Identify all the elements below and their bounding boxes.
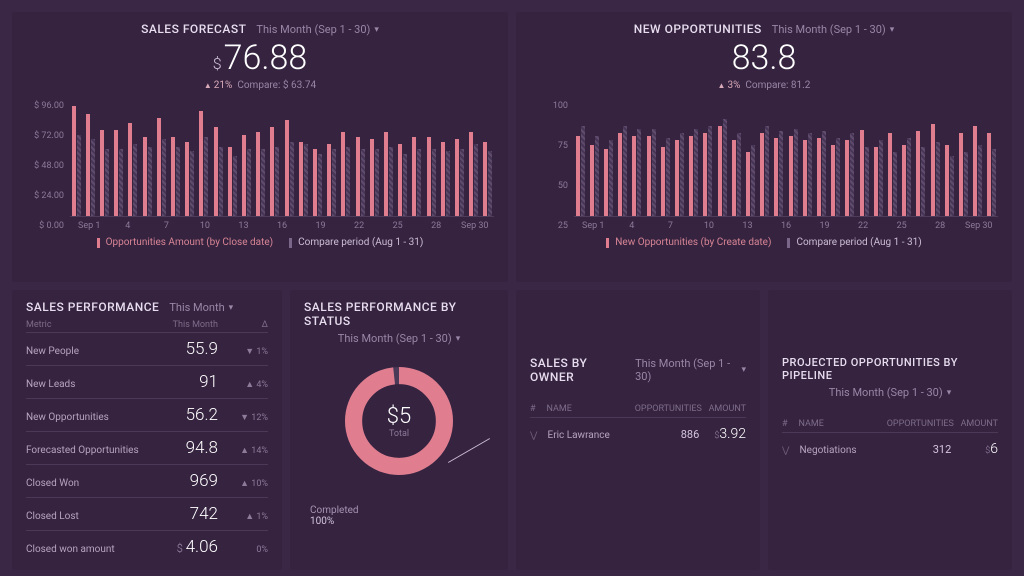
- period-picker[interactable]: This Month (Sep 1 - 30) ▾: [635, 357, 746, 383]
- chevron-down-icon: ▾: [947, 388, 952, 398]
- panel-title: SALES PERFORMANCE: [26, 300, 159, 314]
- period-picker[interactable]: This Month (Sep 1 - 30) ▾: [338, 332, 460, 345]
- chevron-down-icon: ▾: [229, 303, 234, 313]
- period-picker[interactable]: This Month (Sep 1 - 30) ▾: [829, 386, 951, 399]
- new-opportunities-panel: NEW OPPORTUNITIES This Month (Sep 1 - 30…: [516, 12, 1012, 282]
- table-row: Closed Lost742▲ 1%: [26, 497, 268, 530]
- sales-forecast-panel: SALES FORECAST This Month (Sep 1 - 30) ▾…: [12, 12, 508, 282]
- table-row: Closed Won969▲ 10%: [26, 464, 268, 497]
- panel-title: SALES FORECAST: [141, 22, 246, 36]
- opps-bar-chart: 100755025 Sep 14710131619222528Sep 30: [530, 101, 998, 231]
- sales-performance-panel: SALES PERFORMANCE This Month ▾ Metric Th…: [12, 290, 282, 570]
- y-axis: 100755025: [530, 101, 574, 231]
- forecast-compare: ▲21% Compare: $ 63.74: [26, 80, 494, 91]
- table-row: New Opportunities56.2▼ 12%: [26, 398, 268, 431]
- period-picker[interactable]: This Month ▾: [169, 301, 233, 314]
- table-row: Closed won amount$ 4.060%: [26, 530, 268, 563]
- chart-legend: Opportunities Amount (by Close date) Com…: [26, 237, 494, 248]
- forecast-value: $76.88: [26, 38, 494, 78]
- table-row: New Leads91▲ 4%: [26, 365, 268, 398]
- legend-compare: Compare period (Aug 1 - 31): [787, 237, 921, 248]
- chevron-down-icon: ▾: [890, 25, 895, 35]
- donut-legend: Completed 100%: [304, 505, 359, 527]
- panel-title: NEW OPPORTUNITIES: [634, 22, 762, 36]
- table-row: Forecasted Opportunities94.8▲ 14%: [26, 431, 268, 464]
- donut-chart: $5 Total: [339, 361, 459, 481]
- bars: [70, 101, 494, 217]
- panel-title: SALES BY OWNER: [530, 356, 625, 384]
- table-header: # NAME OPPORTUNITIES AMOUNT: [782, 419, 998, 433]
- forecast-bar-chart: $ 96.00$ 72.00$ 48.00$ 24.00$ 0.00 Sep 1…: [26, 101, 494, 231]
- period-picker[interactable]: This Month (Sep 1 - 30) ▾: [256, 23, 378, 36]
- chevron-down-icon: ▾: [374, 25, 379, 35]
- chevron-down-icon: ▾: [456, 334, 461, 344]
- sales-by-status-panel: SALES PERFORMANCE BY STATUS This Month (…: [290, 290, 508, 570]
- triangle-up-icon: ▲: [204, 81, 212, 90]
- table-row: New People55.9▼ 1%: [26, 332, 268, 365]
- panel-title: PROJECTED OPPORTUNITIES BY PIPELINE: [782, 356, 998, 382]
- triangle-up-icon: ▲: [718, 81, 726, 90]
- table-row: ⋁ Eric Lawrance 886 $3.92: [530, 418, 746, 450]
- panel-title: SALES PERFORMANCE BY STATUS: [304, 300, 494, 328]
- legend-compare: Compare period (Aug 1 - 31): [289, 237, 423, 248]
- legend-primary: Opportunities Amount (by Close date): [97, 237, 274, 248]
- projected-opps-panel: PROJECTED OPPORTUNITIES BY PIPELINE This…: [768, 290, 1012, 570]
- opps-compare: ▲3% Compare: 81.2: [530, 80, 998, 91]
- table-header: # NAME OPPORTUNITIES AMOUNT: [530, 404, 746, 418]
- chevron-down-icon: ▾: [741, 365, 746, 375]
- y-axis: $ 96.00$ 72.00$ 48.00$ 24.00$ 0.00: [26, 101, 70, 231]
- performance-table: Metric This Month Δ New People55.9▼ 1%Ne…: [26, 320, 268, 563]
- period-picker[interactable]: This Month (Sep 1 - 30) ▾: [772, 23, 894, 36]
- x-axis: Sep 14710131619222528Sep 30: [574, 221, 998, 231]
- bars: [574, 101, 998, 217]
- chart-legend: New Opportunities (by Create date) Compa…: [530, 237, 998, 248]
- donut-total: $5: [387, 404, 411, 429]
- table-row: ⋁ Negotiations 312 $6: [782, 433, 998, 465]
- x-axis: Sep 14710131619222528Sep 30: [70, 221, 494, 231]
- opps-value: 83.8: [530, 38, 998, 78]
- legend-primary: New Opportunities (by Create date): [606, 237, 771, 248]
- sales-by-owner-panel: SALES BY OWNER This Month (Sep 1 - 30) ▾…: [516, 290, 760, 570]
